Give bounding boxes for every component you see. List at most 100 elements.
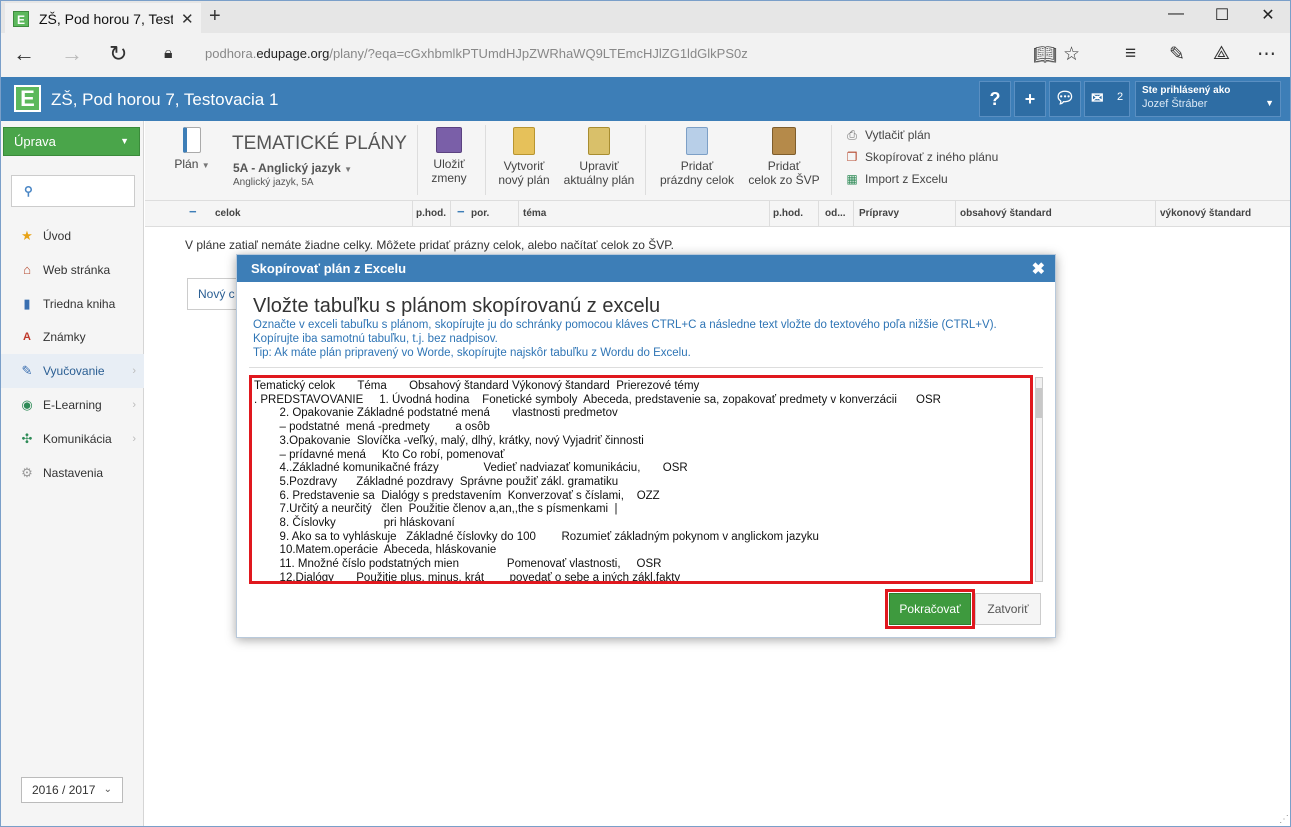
tab-title: ZŠ, Pod horou 7, Testova (39, 10, 173, 27)
browser-toolbar: ← → ↻ 🔒︎ podhora.edupage.org/plany/?eqa=… (0, 33, 1291, 77)
print-plan-button[interactable]: ⎙ Vytlačiť plán (845, 128, 930, 142)
new-plan-icon (513, 127, 535, 155)
toolbar-divider (485, 125, 486, 195)
plan-table-header: − celok p.hod. − por. téma p.hod. od... … (145, 201, 1290, 227)
column-obsahovy-standard[interactable]: obsahový štandard (960, 208, 1052, 219)
column-por[interactable]: por. (471, 208, 489, 219)
edupage-favicon-icon: E (13, 10, 29, 27)
column-tema[interactable]: téma (523, 208, 546, 219)
sidebar-item-komunikacia[interactable]: ✣ Komunikácia › (1, 422, 144, 456)
new-tab-button[interactable]: + (209, 5, 221, 28)
create-label-line2: nový plán (498, 173, 550, 187)
excel-icon: ▦ (846, 172, 858, 186)
close-icon[interactable]: ✖ (1032, 259, 1045, 279)
sidebar-item-uvod[interactable]: ★ Úvod (1, 219, 144, 253)
more-icon[interactable]: ⋯ (1257, 43, 1276, 66)
resize-grip-icon[interactable]: ⋰ (1279, 814, 1289, 825)
import-excel-button[interactable]: ▦ Import z Excelu (845, 172, 948, 186)
close-window-button[interactable]: ✕ (1245, 5, 1291, 25)
sidebar-item-label: Triedna kniha (43, 296, 116, 311)
search-icon: ⚲ (24, 184, 33, 198)
url-path: /plany/?eqa=cGxhbmlkPTUmdHJpZWRhaWQ9LTEm… (329, 46, 748, 61)
tab-close-icon[interactable]: ✕ (181, 10, 194, 28)
document-icon (183, 127, 201, 153)
school-year-select[interactable]: 2016 / 2017 ⌄ (21, 777, 123, 803)
empty-plan-message: V pláne zatiaľ nemáte žiadne celky. Môže… (185, 238, 674, 252)
save-changes-button[interactable]: Uložiť zmeny (427, 127, 471, 185)
column-divider (1155, 201, 1156, 227)
school-year-value: 2016 / 2017 (32, 783, 96, 797)
dialog-instructions-2: Kopírujte iba samotnú tabuľku, t.j. bez … (253, 333, 498, 345)
hub-icon[interactable]: ≡ (1125, 43, 1136, 65)
sidebar-item-web-stranka[interactable]: ⌂ Web stránka (1, 253, 144, 287)
import-label: Import z Excelu (865, 172, 948, 186)
globe-icon: ◉ (21, 396, 33, 412)
messages-count-badge: 2 (1117, 91, 1124, 103)
dialog-tip: Tip: Ak máte plán pripravený vo Worde, s… (253, 347, 691, 359)
lock-icon[interactable]: 🔒︎ (164, 45, 173, 63)
column-phod[interactable]: p.hod. (416, 208, 446, 219)
sidebar-item-triedna-kniha[interactable]: ▮ Triedna kniha (1, 287, 144, 321)
add-empty-unit-button[interactable]: Pridať prázdny celok (657, 127, 737, 187)
forward-arrow-icon[interactable]: → (61, 41, 83, 67)
class-subject-select[interactable]: 5A - Anglický jazyk ▼ (233, 161, 352, 175)
continue-button[interactable]: Pokračovať (889, 593, 971, 625)
browser-tab[interactable]: E ZŠ, Pod horou 7, Testova ✕ (5, 3, 201, 34)
excel-paste-textarea[interactable]: Tematický celok Téma Obsahový štandard V… (252, 378, 1030, 581)
back-arrow-icon[interactable]: ← (13, 41, 35, 67)
toolbar-divider (831, 125, 832, 195)
close-dialog-button[interactable]: Zatvoriť (975, 593, 1041, 625)
edit-plan-button[interactable]: Upraviť aktuálny plán (561, 127, 637, 187)
address-bar[interactable]: podhora.edupage.org/plany/?eqa=cGxhbmlkP… (205, 46, 748, 61)
edit-mode-button[interactable]: Úprava ▼ (3, 127, 140, 156)
collapse-all-units-icon[interactable]: − (189, 204, 197, 219)
plan-menu-button[interactable]: Plán ▼ (167, 127, 217, 173)
favorite-star-icon[interactable]: ☆ (1063, 43, 1080, 66)
column-celok[interactable]: celok (215, 208, 241, 219)
user-menu[interactable]: Ste prihlásený ako Jozef Štráber ▼ (1135, 81, 1281, 117)
svp-box-icon (772, 127, 796, 155)
url-prefix: podhora. (205, 46, 257, 61)
sidebar-item-e-learning[interactable]: ◉ E-Learning › (1, 388, 144, 422)
refresh-icon[interactable]: ↻ (109, 41, 127, 67)
sidebar-item-vyucovanie[interactable]: ✎ Vyučovanie › (1, 354, 144, 388)
collapse-all-topics-icon[interactable]: − (457, 204, 465, 219)
create-label-line1: Vytvoriť (503, 159, 545, 173)
copy-plan-button[interactable]: ❐ Skopírovať z iného plánu (845, 150, 999, 164)
column-pripravy[interactable]: Prípravy (859, 208, 899, 219)
sidebar-item-label: Úvod (43, 228, 72, 243)
excel-paste-textarea-highlight: Tematický celok Téma Obsahový štandard V… (249, 375, 1033, 584)
scrollbar-thumb[interactable] (1036, 388, 1042, 418)
edit-mode-label: Úprava (14, 134, 56, 149)
sidebar-item-label: Známky (43, 329, 86, 344)
edupage-logo[interactable]: E (14, 85, 41, 112)
minimize-button[interactable]: — (1153, 5, 1199, 23)
column-od[interactable]: od... (825, 208, 846, 219)
sidebar-search-input[interactable]: ⚲ (11, 175, 135, 207)
column-divider (955, 201, 956, 227)
copy-plan-icon: ❐ (846, 150, 858, 164)
textarea-scrollbar[interactable] (1035, 377, 1043, 582)
column-divider (769, 201, 770, 227)
sidebar-item-nastavenia[interactable]: ⚙ Nastavenia (1, 456, 144, 490)
printer-icon: ⎙ (847, 128, 857, 142)
help-button[interactable]: ? (979, 81, 1011, 117)
chevron-right-icon: › (132, 398, 136, 411)
save-label-line1: Uložiť (433, 157, 465, 171)
create-plan-button[interactable]: Vytvoriť nový plán (495, 127, 553, 187)
chat-icon[interactable]: 💬︎ (1049, 81, 1081, 117)
import-excel-dialog: Skopírovať plán z Excelu ✖ Vložte tabuľk… (236, 254, 1056, 638)
sidebar-item-znamky[interactable]: A Známky (1, 320, 144, 354)
chevron-down-icon: ▼ (344, 165, 353, 174)
chevron-right-icon: › (132, 432, 136, 445)
app-header: E ZŠ, Pod horou 7, Testovacia 1 ? + 💬︎ ✉… (0, 77, 1291, 121)
column-vykonovy-standard[interactable]: výkonový štandard (1160, 208, 1251, 219)
book-icon: ▮ (23, 295, 31, 311)
maximize-button[interactable]: ☐ (1199, 5, 1245, 25)
add-button[interactable]: + (1014, 81, 1046, 117)
reading-view-icon[interactable]: 📖︎ (1033, 43, 1057, 67)
share-icon[interactable]: ⟁ (1213, 43, 1230, 65)
web-note-icon[interactable]: ✎ (1169, 43, 1185, 66)
column-phod-topic[interactable]: p.hod. (773, 208, 803, 219)
add-svp-unit-button[interactable]: Pridať celok zo ŠVP (745, 127, 823, 187)
